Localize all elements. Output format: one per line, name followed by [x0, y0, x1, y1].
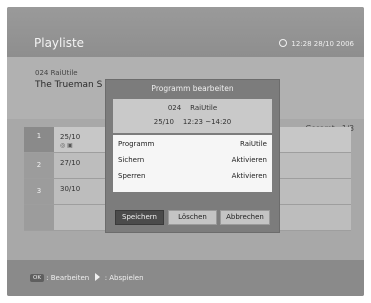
info-channel: 024 RaiUtile	[35, 69, 78, 77]
play-icon	[95, 273, 101, 281]
delete-button[interactable]: Löschen	[168, 210, 217, 225]
row-number: 2	[24, 153, 54, 178]
row-date: 27/10	[60, 159, 81, 167]
clock: 12:28 28/10 2006	[279, 39, 354, 48]
play-hint: : Abspielen	[104, 274, 144, 282]
save-button[interactable]: Speichern	[115, 210, 164, 225]
row-number: 3	[24, 179, 54, 204]
dialog-buttons: Speichern Löschen Abbrechen	[113, 210, 272, 225]
row-status-icons: ◎ ▣	[60, 142, 73, 149]
dialog-options: Programm RaiUtile Sichern Aktivieren Spe…	[113, 135, 272, 192]
dialog-date: 25/10	[153, 118, 174, 126]
dialog-channel-name: RaiUtile	[190, 104, 218, 112]
option-label: Programm	[118, 140, 155, 148]
tv-screen: Playliste 12:28 28/10 2006 024 RaiUtile …	[7, 7, 364, 296]
row-number: 1	[24, 127, 54, 152]
option-label: Sperren	[118, 172, 146, 180]
dialog-datetime: 25/10 12:23 ~14:20	[113, 118, 272, 126]
row-date: 25/10	[60, 133, 81, 141]
key-hints: OK : Bearbeiten : Abspielen	[30, 273, 144, 282]
dialog-title: Programm bearbeiten	[151, 84, 234, 93]
page-title: Playliste	[34, 36, 85, 50]
dialog-channel-number: 024	[167, 104, 182, 112]
option-value: Aktivieren	[231, 172, 267, 180]
dialog-program-info: 024 RaiUtile 25/10 12:23 ~14:20	[113, 99, 272, 133]
option-value: RaiUtile	[239, 140, 267, 148]
option-value: Aktivieren	[231, 156, 267, 164]
row-number	[24, 205, 54, 230]
dialog-time: 12:23 ~14:20	[182, 118, 232, 126]
cancel-button[interactable]: Abbrechen	[220, 210, 270, 225]
ok-key: OK	[30, 274, 44, 282]
clock-text: 12:28 28/10 2006	[291, 40, 354, 48]
row-date: 30/10	[60, 185, 81, 193]
footer-bar: OK : Bearbeiten : Abspielen	[7, 260, 364, 296]
dialog-channel: 024 RaiUtile	[113, 104, 272, 112]
edit-program-dialog: Programm bearbeiten 024 RaiUtile 25/10 1…	[106, 80, 279, 232]
clock-icon	[279, 39, 288, 47]
edit-hint: : Bearbeiten	[46, 274, 90, 282]
option-label: Sichern	[118, 156, 145, 164]
info-program-title: The Trueman S	[35, 80, 103, 90]
title-bar: Playliste 12:28 28/10 2006	[7, 7, 364, 57]
